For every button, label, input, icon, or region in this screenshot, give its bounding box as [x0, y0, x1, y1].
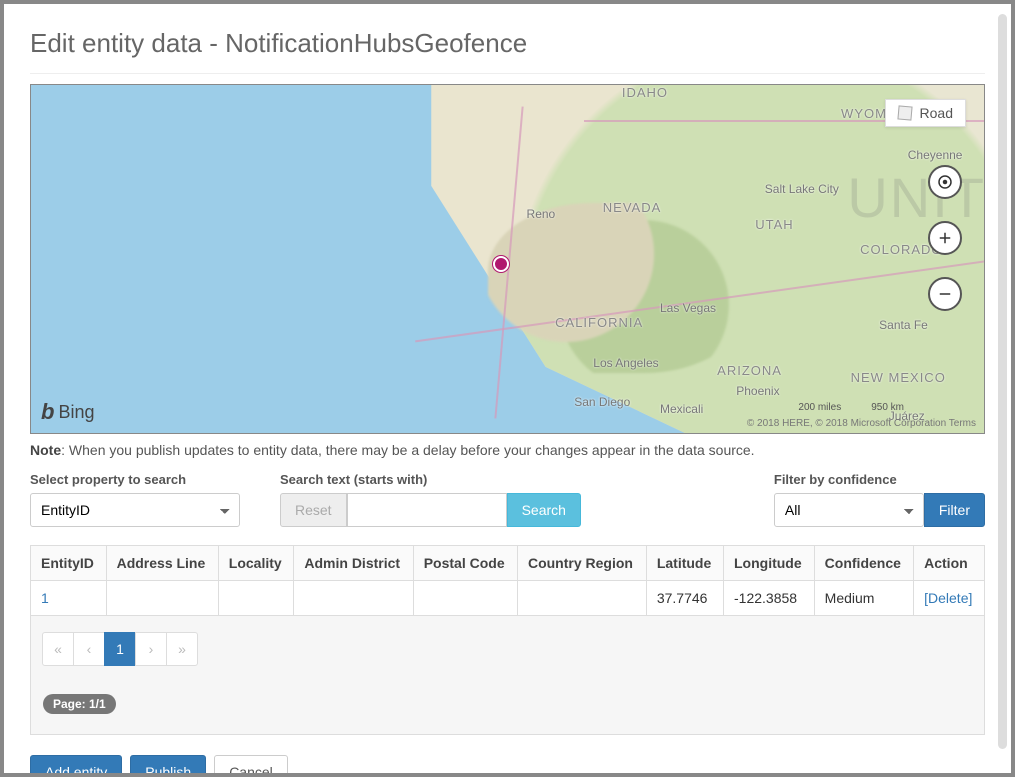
- page-last[interactable]: »: [166, 632, 198, 666]
- cell-lat: 37.7746: [646, 581, 723, 616]
- pagination: « ‹ 1 › »: [43, 632, 972, 666]
- state-label: NEVADA: [603, 200, 662, 215]
- page-prev[interactable]: ‹: [73, 632, 105, 666]
- entity-table: EntityID Address Line Locality Admin Dis…: [30, 545, 985, 616]
- delete-link[interactable]: [Delete]: [924, 590, 972, 606]
- target-icon: [936, 173, 954, 191]
- bing-logo: bBing: [41, 399, 94, 425]
- col-entityid: EntityID: [31, 546, 107, 581]
- entity-id-link[interactable]: 1: [41, 590, 49, 606]
- map-type-selector[interactable]: Road: [885, 99, 966, 127]
- map-panel[interactable]: IDAHO WYOMING NEVADA UTAH CALIFORNIA ARI…: [30, 84, 985, 434]
- col-action: Action: [914, 546, 985, 581]
- col-confidence: Confidence: [814, 546, 913, 581]
- city-label: Los Angeles: [593, 356, 658, 370]
- map-copyright: © 2018 HERE, © 2018 Microsoft Corporatio…: [747, 418, 976, 429]
- select-property-label: Select property to search: [30, 472, 240, 487]
- zoom-in-button[interactable]: [928, 221, 962, 255]
- city-label: Santa Fe: [879, 318, 928, 332]
- filter-button[interactable]: Filter: [924, 493, 985, 527]
- table-row: 1 37.7746 -122.3858 Medium [Delete]: [31, 581, 985, 616]
- col-longitude: Longitude: [724, 546, 815, 581]
- state-label: NEW MEXICO: [851, 370, 946, 385]
- add-entity-button[interactable]: Add entity: [30, 755, 122, 773]
- city-label: Mexicali: [660, 402, 703, 416]
- cell-address: [106, 581, 218, 616]
- col-country: Country Region: [517, 546, 646, 581]
- cancel-button[interactable]: Cancel: [214, 755, 288, 773]
- cell-postal: [413, 581, 517, 616]
- plus-icon: [936, 229, 954, 247]
- filter-label: Filter by confidence: [774, 472, 985, 487]
- map-marker[interactable]: [493, 256, 509, 272]
- search-input[interactable]: [347, 493, 507, 527]
- city-label: Salt Lake City: [765, 182, 839, 196]
- cell-conf: Medium: [814, 581, 913, 616]
- state-label: IDAHO: [622, 85, 668, 100]
- map-scale: 200 miles950 km: [798, 402, 904, 413]
- city-label: Reno: [527, 207, 556, 221]
- search-button[interactable]: Search: [507, 493, 581, 527]
- minus-icon: [936, 285, 954, 303]
- note-text: Note: When you publish updates to entity…: [30, 442, 985, 458]
- page-first[interactable]: «: [42, 632, 74, 666]
- page-next[interactable]: ›: [135, 632, 167, 666]
- cell-district: [294, 581, 413, 616]
- city-label: Las Vegas: [660, 301, 716, 315]
- page-title: Edit entity data - NotificationHubsGeofe…: [30, 28, 985, 59]
- col-locality: Locality: [218, 546, 294, 581]
- state-label: ARIZONA: [717, 363, 782, 378]
- publish-button[interactable]: Publish: [130, 755, 206, 773]
- zoom-out-button[interactable]: [928, 277, 962, 311]
- map-type-label: Road: [920, 105, 953, 121]
- search-text-label: Search text (starts with): [280, 472, 581, 487]
- reset-button[interactable]: Reset: [280, 493, 347, 527]
- col-postal: Postal Code: [413, 546, 517, 581]
- city-label: Phoenix: [736, 384, 779, 398]
- locate-me-button[interactable]: [928, 165, 962, 199]
- page-current[interactable]: 1: [104, 632, 136, 666]
- cell-lon: -122.3858: [724, 581, 815, 616]
- col-latitude: Latitude: [646, 546, 723, 581]
- cell-country: [517, 581, 646, 616]
- city-label: San Diego: [574, 395, 630, 409]
- page-badge: Page: 1/1: [43, 694, 116, 714]
- city-label: Cheyenne: [908, 148, 963, 162]
- faded-country-label: UNIT: [847, 165, 985, 230]
- select-property-dropdown[interactable]: EntityID: [30, 493, 240, 527]
- state-label: CALIFORNIA: [555, 315, 643, 330]
- map-type-icon: [897, 105, 912, 120]
- col-district: Admin District: [294, 546, 413, 581]
- filter-dropdown[interactable]: All: [774, 493, 924, 527]
- col-address: Address Line: [106, 546, 218, 581]
- cell-locality: [218, 581, 294, 616]
- state-label: UTAH: [755, 217, 793, 232]
